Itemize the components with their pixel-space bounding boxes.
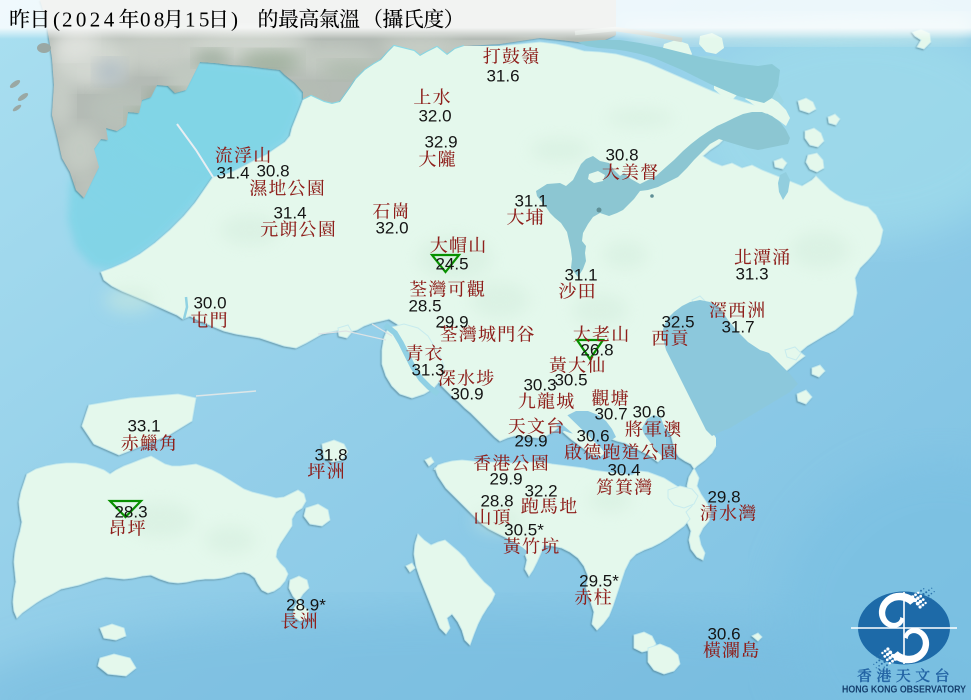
svg-text:HONG KONG OBSERVATORY: HONG KONG OBSERVATORY <box>842 685 966 696</box>
svg-text:33.1: 33.1 <box>127 417 160 436</box>
svg-text:30.3: 30.3 <box>523 376 556 395</box>
svg-text:31.4: 31.4 <box>273 204 306 223</box>
svg-text:31.6: 31.6 <box>486 67 519 86</box>
svg-text:32.5: 32.5 <box>661 313 694 332</box>
svg-text:31.3: 31.3 <box>735 265 768 284</box>
svg-text:30.0: 30.0 <box>193 294 226 313</box>
svg-text:32.9: 32.9 <box>424 133 457 152</box>
svg-text:30.5*: 30.5* <box>504 521 544 540</box>
svg-text:08: 08 <box>140 8 168 32</box>
svg-text:15: 15 <box>185 8 213 32</box>
svg-text:29.5*: 29.5* <box>579 572 619 591</box>
svg-text:32.2: 32.2 <box>524 482 557 501</box>
svg-text:31.4: 31.4 <box>216 164 249 183</box>
svg-text:32.0: 32.0 <box>375 219 408 238</box>
svg-text:28.9*: 28.9* <box>286 596 326 615</box>
svg-text:(: ( <box>53 8 60 32</box>
svg-text:28.8: 28.8 <box>480 492 513 511</box>
svg-text:31.1: 31.1 <box>564 266 597 285</box>
svg-text:30.6: 30.6 <box>707 625 740 644</box>
svg-text:31.8: 31.8 <box>314 446 347 465</box>
svg-text:2024: 2024 <box>62 8 118 32</box>
svg-text:29.8: 29.8 <box>707 488 740 507</box>
svg-text:28.3: 28.3 <box>114 503 147 522</box>
svg-text:30.4: 30.4 <box>607 461 640 480</box>
svg-text:31.3: 31.3 <box>411 361 444 380</box>
svg-text:31.7: 31.7 <box>721 318 754 337</box>
svg-text:30.8: 30.8 <box>256 162 289 181</box>
svg-text:30.6: 30.6 <box>576 427 609 446</box>
svg-text:30.6: 30.6 <box>632 403 665 422</box>
svg-text:30.5: 30.5 <box>554 371 587 390</box>
svg-text:30.9: 30.9 <box>450 385 483 404</box>
svg-text:24.5: 24.5 <box>435 255 468 274</box>
svg-text:30.7: 30.7 <box>594 405 627 424</box>
svg-text:26.8: 26.8 <box>580 341 613 360</box>
svg-text:31.1: 31.1 <box>514 192 547 211</box>
svg-text:29.9: 29.9 <box>514 432 547 451</box>
svg-text:29.9: 29.9 <box>435 313 468 332</box>
svg-text:29.9: 29.9 <box>489 470 522 489</box>
svg-text:30.8: 30.8 <box>605 146 638 165</box>
svg-text:): ) <box>231 8 238 32</box>
svg-text:32.0: 32.0 <box>418 107 451 126</box>
